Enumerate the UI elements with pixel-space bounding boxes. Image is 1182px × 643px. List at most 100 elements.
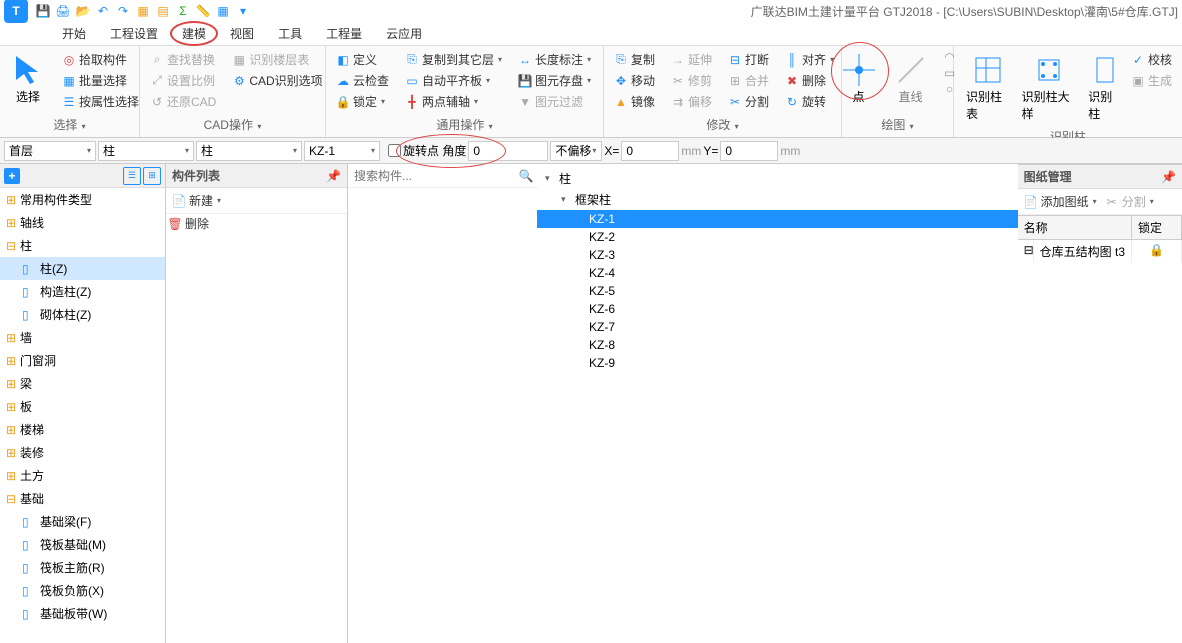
redo-icon[interactable]: ↷ bbox=[114, 2, 132, 20]
y-input[interactable] bbox=[720, 141, 778, 161]
nav-group[interactable]: ⊞装修 bbox=[0, 441, 165, 464]
nav-sub-item[interactable]: ▯柱(Z) bbox=[0, 257, 165, 280]
nav-group[interactable]: ⊞门窗洞 bbox=[0, 349, 165, 372]
nav-sub-item[interactable]: ▯筏板基础(M) bbox=[0, 533, 165, 556]
recognize-column-detail-button[interactable]: 识别柱大样 bbox=[1018, 50, 1081, 126]
rect-icon[interactable]: ▭ bbox=[943, 66, 957, 80]
new-member-button[interactable]: 📄新建▾ bbox=[170, 191, 223, 210]
nav-group[interactable]: ⊞土方 bbox=[0, 464, 165, 487]
merge-button[interactable]: ⊞合并 bbox=[726, 71, 771, 90]
open-icon[interactable]: 📂 bbox=[74, 2, 92, 20]
auto-level-button[interactable]: ▭自动平齐板▾ bbox=[403, 71, 504, 90]
restore-cad-button[interactable]: ↺还原CAD bbox=[148, 92, 218, 111]
drawing-row[interactable]: ⊟ 仓库五结构图 t3 🔒 bbox=[1018, 240, 1182, 263]
point-draw-button[interactable]: 点 bbox=[839, 50, 879, 109]
tree-leaf[interactable]: KZ-7 bbox=[537, 318, 1018, 336]
arc-icon[interactable]: ◠ bbox=[943, 50, 957, 64]
split-button[interactable]: ✂分割 bbox=[726, 92, 771, 111]
tree-leaf[interactable]: KZ-3 bbox=[537, 246, 1018, 264]
tree-leaf[interactable]: KZ-6 bbox=[537, 300, 1018, 318]
nav-group[interactable]: ⊞常用构件类型 bbox=[0, 188, 165, 211]
delete-button[interactable]: ✖删除 bbox=[783, 71, 836, 90]
nav-group[interactable]: ⊟柱 bbox=[0, 234, 165, 257]
tree-leaf[interactable]: KZ-9 bbox=[537, 354, 1018, 372]
menu-quantity[interactable]: 工程量 bbox=[314, 21, 374, 46]
tree-leaf[interactable]: KZ-5 bbox=[537, 282, 1018, 300]
line-draw-button[interactable]: 直线 bbox=[891, 50, 931, 109]
offset-button[interactable]: ⇉偏移 bbox=[669, 92, 714, 111]
floor-select[interactable]: 首层▾ bbox=[4, 141, 96, 161]
nav-group[interactable]: ⊟基础 bbox=[0, 487, 165, 510]
menu-cloud[interactable]: 云应用 bbox=[374, 21, 434, 46]
search-icon[interactable]: 🔍 bbox=[515, 164, 537, 187]
layer-icon[interactable]: ▦ bbox=[134, 2, 152, 20]
nav-tree-view-button[interactable]: ⊞ bbox=[143, 167, 161, 185]
nav-group[interactable]: ⊞楼梯 bbox=[0, 418, 165, 441]
tree-sub[interactable]: ▾框架柱 bbox=[537, 189, 1018, 210]
save-icon[interactable]: 💾 bbox=[34, 2, 52, 20]
copy-to-layer-button[interactable]: ⎘复制到其它层▾ bbox=[403, 50, 504, 69]
nav-sub-item[interactable]: ▯基础梁(F) bbox=[0, 510, 165, 533]
nav-sub-item[interactable]: ▯筏板主筋(R) bbox=[0, 556, 165, 579]
mirror-button[interactable]: ▲镜像 bbox=[612, 92, 657, 111]
nav-add-button[interactable]: + bbox=[4, 168, 20, 184]
nav-sub-item[interactable]: ▯筏板负筋(X) bbox=[0, 579, 165, 602]
length-dim-button[interactable]: ↔长度标注▾ bbox=[516, 50, 593, 69]
lock-button[interactable]: 🔒锁定▾ bbox=[334, 92, 391, 111]
ruler-icon[interactable]: 📏 bbox=[194, 2, 212, 20]
save-element-button[interactable]: 💾图元存盘▾ bbox=[516, 71, 593, 90]
tree-leaf[interactable]: KZ-1 bbox=[537, 210, 1018, 228]
tree-leaf[interactable]: KZ-2 bbox=[537, 228, 1018, 246]
verify-button[interactable]: ✓校核 bbox=[1129, 50, 1174, 69]
break-button[interactable]: ⊟打断 bbox=[726, 50, 771, 69]
nav-sub-item[interactable]: ▯砌体柱(Z) bbox=[0, 303, 165, 326]
cloud-check-button[interactable]: ☁云检查 bbox=[334, 71, 391, 90]
print-icon[interactable]: 🖨 bbox=[54, 2, 72, 20]
batch-select-button[interactable]: ▦批量选择 bbox=[60, 71, 141, 90]
menu-tools[interactable]: 工具 bbox=[266, 21, 314, 46]
menu-view[interactable]: 视图 bbox=[218, 21, 266, 46]
nav-group[interactable]: ⊞梁 bbox=[0, 372, 165, 395]
dropdown-icon[interactable]: ▾ bbox=[234, 2, 252, 20]
move-button[interactable]: ✥移动 bbox=[612, 71, 657, 90]
two-point-axis-button[interactable]: ╋两点辅轴▾ bbox=[403, 92, 504, 111]
undo-icon[interactable]: ↶ bbox=[94, 2, 112, 20]
extend-button[interactable]: →延伸 bbox=[669, 50, 714, 69]
menu-modeling[interactable]: 建模 bbox=[170, 21, 218, 46]
trim-button[interactable]: ✂修剪 bbox=[669, 71, 714, 90]
add-drawing-button[interactable]: 📄添加图纸▾ bbox=[1022, 192, 1099, 211]
tree-leaf[interactable]: KZ-4 bbox=[537, 264, 1018, 282]
nav-list-view-button[interactable]: ☰ bbox=[123, 167, 141, 185]
copy-button[interactable]: ⎘复制 bbox=[612, 50, 657, 69]
grid-icon[interactable]: ▤ bbox=[154, 2, 172, 20]
sum-icon[interactable]: Σ bbox=[174, 2, 192, 20]
select-button[interactable]: 选择 bbox=[8, 50, 48, 109]
member-select[interactable]: KZ-1▾ bbox=[304, 141, 380, 161]
nav-group[interactable]: ⊞板 bbox=[0, 395, 165, 418]
align-button[interactable]: ║对齐▾ bbox=[783, 50, 836, 69]
menu-project-settings[interactable]: 工程设置 bbox=[98, 21, 170, 46]
nav-sub-item[interactable]: ▯构造柱(Z) bbox=[0, 280, 165, 303]
rotate-button[interactable]: ↻旋转 bbox=[783, 92, 836, 111]
offset-select[interactable]: 不偏移▾ bbox=[550, 141, 602, 161]
recognize-column-table-button[interactable]: 识别柱表 bbox=[962, 50, 1014, 126]
nav-group[interactable]: ⊞墙 bbox=[0, 326, 165, 349]
search-input[interactable] bbox=[348, 164, 515, 187]
tree-leaf[interactable]: KZ-8 bbox=[537, 336, 1018, 354]
cad-options-button[interactable]: ⚙CAD识别选项 bbox=[230, 71, 324, 90]
circle-icon[interactable]: ○ bbox=[943, 82, 957, 96]
find-replace-button[interactable]: ⌕查找替换 bbox=[148, 50, 218, 69]
select-by-property-button[interactable]: ☰按属性选择 bbox=[60, 92, 141, 111]
subcategory-select[interactable]: 柱▾ bbox=[196, 141, 302, 161]
lock-cell-icon[interactable]: 🔒 bbox=[1132, 240, 1182, 263]
menu-start[interactable]: 开始 bbox=[50, 21, 98, 46]
set-scale-button[interactable]: ⤢设置比例 bbox=[148, 71, 218, 90]
category-select[interactable]: 柱▾ bbox=[98, 141, 194, 161]
recognize-floor-button[interactable]: ▦识别楼层表 bbox=[230, 50, 324, 69]
nav-group[interactable]: ⊞轴线 bbox=[0, 211, 165, 234]
generate-button[interactable]: ▣生成 bbox=[1129, 71, 1174, 90]
recognize-column-button[interactable]: 识别柱 bbox=[1084, 50, 1125, 126]
pin-icon-2[interactable]: 📌 bbox=[1161, 170, 1176, 184]
x-input[interactable] bbox=[621, 141, 679, 161]
delete-member-button[interactable]: 🗑删除 bbox=[166, 214, 347, 233]
